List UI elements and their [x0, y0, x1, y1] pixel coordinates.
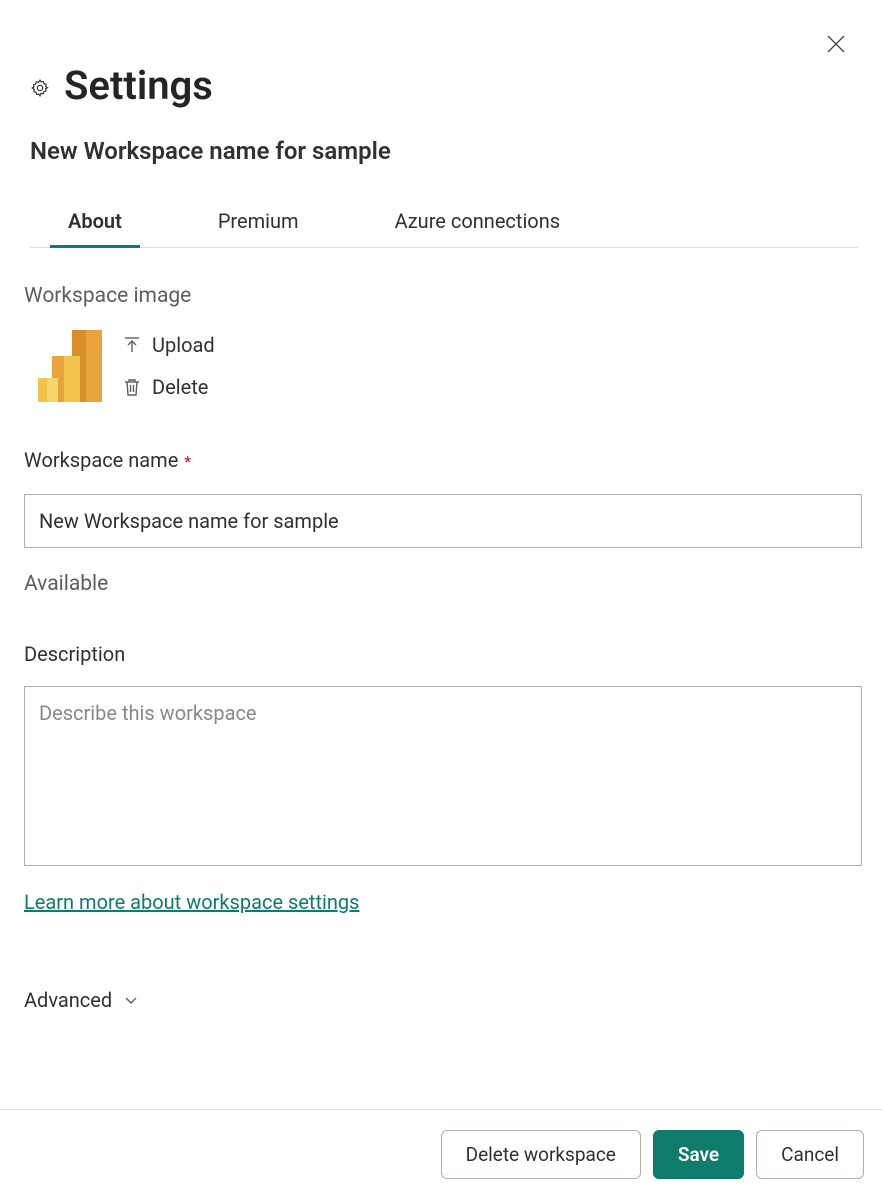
description-label: Description [24, 642, 858, 666]
panel-header: Settings New Workspace name for sample A… [0, 0, 882, 248]
cancel-button[interactable]: Cancel [756, 1130, 864, 1179]
upload-image-button[interactable]: Upload [122, 333, 215, 357]
close-icon [827, 35, 845, 53]
workspace-name-heading: New Workspace name for sample [30, 137, 858, 165]
upload-label: Upload [152, 333, 215, 357]
delete-workspace-button[interactable]: Delete workspace [441, 1130, 641, 1179]
tab-premium[interactable]: Premium [200, 201, 317, 247]
learn-more-link[interactable]: Learn more about workspace settings [24, 890, 359, 914]
settings-panel: Settings New Workspace name for sample A… [0, 0, 882, 1199]
workspace-image-label: Workspace image [24, 284, 858, 308]
required-asterisk: * [184, 452, 191, 471]
gear-icon [30, 78, 50, 98]
description-input[interactable] [24, 686, 862, 866]
tabs-bar: About Premium Azure connections [30, 201, 858, 248]
panel-footer: Delete workspace Save Cancel [0, 1109, 882, 1199]
trash-icon [122, 377, 142, 397]
panel-title: Settings [64, 62, 213, 109]
tab-about[interactable]: About [50, 201, 140, 247]
name-availability-status: Available [24, 572, 858, 596]
chevron-down-icon [124, 993, 138, 1007]
delete-image-label: Delete [152, 375, 208, 399]
workspace-name-input[interactable] [24, 494, 862, 548]
upload-icon [122, 335, 142, 355]
tab-azure-connections[interactable]: Azure connections [377, 201, 579, 247]
advanced-toggle[interactable]: Advanced [24, 988, 858, 1012]
close-button[interactable] [820, 28, 852, 60]
delete-image-button[interactable]: Delete [122, 375, 215, 399]
workspace-name-label: Workspace name [24, 448, 178, 472]
workspace-thumbnail [38, 330, 102, 402]
tab-content-about: Workspace image [0, 248, 882, 1109]
advanced-label: Advanced [24, 988, 112, 1012]
save-button[interactable]: Save [653, 1130, 744, 1179]
